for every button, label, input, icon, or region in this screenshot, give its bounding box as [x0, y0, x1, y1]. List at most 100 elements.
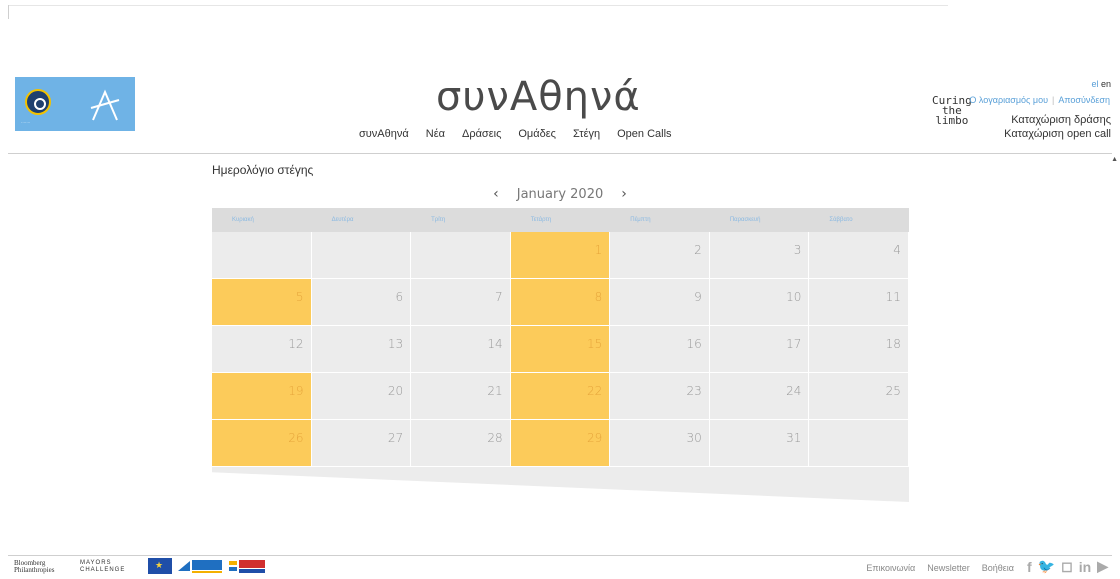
- mayors-challenge-logo[interactable]: MAYORS CHALLENGE: [80, 560, 125, 574]
- page-title: Ημερολόγιο στέγης: [212, 163, 314, 177]
- nav-synathina[interactable]: συνΑθηνά: [359, 128, 409, 140]
- calendar-week-row: 5 6 7 8 9 10 11: [212, 279, 909, 326]
- next-month-button[interactable]: ›: [621, 186, 627, 202]
- calendar-day-cell[interactable]: 10: [709, 279, 810, 326]
- calendar-day-cell[interactable]: 25: [809, 373, 909, 420]
- linkedin-icon[interactable]: in: [1079, 559, 1091, 575]
- calendar-day-cell[interactable]: 21: [411, 373, 511, 420]
- day-number: 5: [295, 290, 304, 304]
- site-logo[interactable]: ·······: [15, 77, 135, 131]
- calendar-body: 1 2 3 4 5 6 7 8 9 10 11 12 13 14 15 16 17 18 19 20 21 22 23 24 2…: [212, 232, 909, 467]
- calendar-day-cell[interactable]: 22: [510, 373, 611, 420]
- calendar-day-cell[interactable]: 1: [510, 232, 611, 279]
- weekday-monday: Δευτέρα: [331, 217, 354, 223]
- calendar-day-cell[interactable]: 27: [311, 420, 412, 467]
- lang-el[interactable]: el: [1091, 79, 1098, 89]
- synathina-a-icon: [90, 89, 120, 121]
- calendar-day-cell[interactable]: 29: [510, 420, 611, 467]
- user-links: Ο λογαριασμός μου | Αποσύνδεση: [969, 95, 1110, 105]
- month-label: January 2020: [516, 186, 604, 202]
- calendar-day-cell[interactable]: 17: [709, 326, 810, 373]
- calendar-day-cell[interactable]: 7: [411, 279, 511, 326]
- day-number: 18: [885, 337, 901, 351]
- newsletter-link[interactable]: Newsletter: [927, 563, 970, 573]
- separator: |: [1052, 95, 1055, 105]
- help-link[interactable]: Βοήθεια: [982, 563, 1014, 573]
- footer-links: Επικοινωνία Newsletter Βοήθεια: [866, 563, 1014, 573]
- social-icons: f 🐦 ◻ in ▶: [1027, 558, 1108, 575]
- calendar-day-cell[interactable]: 3: [709, 232, 810, 279]
- calendar-day-cell[interactable]: 14: [411, 326, 511, 373]
- mayors-line-2: CHALLENGE: [80, 567, 126, 573]
- facebook-icon[interactable]: f: [1027, 559, 1032, 575]
- day-number: 20: [387, 384, 404, 398]
- calendar-day-cell[interactable]: 15: [510, 326, 611, 373]
- header-divider: [8, 153, 1112, 154]
- instagram-icon[interactable]: ◻: [1061, 558, 1073, 575]
- espa-logo: [229, 560, 265, 573]
- day-number: 3: [793, 243, 802, 257]
- day-number: 15: [586, 337, 603, 351]
- weekday-header: Κυριακή Δευτέρα Τρίτη Τετάρτη Πέμπτη Παρ…: [212, 208, 909, 232]
- calendar-week-row: 19 20 21 22 23 24 25: [212, 373, 909, 420]
- prev-month-button[interactable]: ‹: [493, 186, 499, 202]
- day-number: 16: [686, 337, 702, 351]
- calendar-day-cell[interactable]: 6: [311, 279, 412, 326]
- calendar-day-cell[interactable]: 12: [212, 326, 312, 373]
- calendar-day-cell[interactable]: 18: [809, 326, 909, 373]
- day-number: 30: [686, 431, 702, 445]
- nav-teams[interactable]: Ομάδες: [518, 128, 556, 140]
- day-number: 21: [487, 384, 503, 398]
- nav-activities[interactable]: Δράσεις: [462, 128, 501, 140]
- logo-caption-left: ·······: [21, 120, 31, 125]
- nav-news[interactable]: Νέα: [426, 128, 445, 140]
- bloomberg-logo[interactable]: Bloomberg Philanthropies: [14, 560, 54, 574]
- calendar-day-cell[interactable]: 4: [809, 232, 909, 279]
- calendar-day-cell[interactable]: 26: [212, 420, 312, 467]
- weekday-sunday: Κυριακή: [232, 217, 254, 223]
- youtube-icon[interactable]: ▶: [1097, 558, 1108, 575]
- curing-the-limbo-logo[interactable]: Curing the limbo: [932, 95, 972, 126]
- logout-link[interactable]: Αποσύνδεση: [1058, 95, 1110, 105]
- calendar-day-cell[interactable]: 28: [411, 420, 511, 467]
- day-number: 19: [288, 384, 304, 398]
- nav-open-calls[interactable]: Open Calls: [617, 128, 671, 140]
- top-border: [8, 5, 948, 6]
- eu-flag-icon: [148, 558, 172, 574]
- contact-link[interactable]: Επικοινωνία: [866, 563, 915, 573]
- pep-logo: [178, 560, 222, 573]
- calendar-day-cell[interactable]: 30: [610, 420, 710, 467]
- day-number: 10: [786, 290, 802, 304]
- day-number: 9: [694, 290, 702, 304]
- weekday-thursday: Πέμπτη: [630, 217, 651, 223]
- day-number: 4: [893, 243, 901, 257]
- day-number: 27: [387, 431, 404, 445]
- day-number: 2: [694, 243, 702, 257]
- scroll-up-icon[interactable]: ▲: [1111, 156, 1118, 163]
- calendar-day-cell[interactable]: 2: [610, 232, 710, 279]
- day-number: 24: [786, 384, 802, 398]
- lang-en[interactable]: en: [1101, 79, 1111, 89]
- day-number: 25: [885, 384, 901, 398]
- calendar-day-cell[interactable]: 5: [212, 279, 312, 326]
- calendar-empty-cell: [311, 232, 412, 279]
- submit-action-link[interactable]: Καταχώριση δράσης: [1011, 114, 1111, 126]
- twitter-icon[interactable]: 🐦: [1038, 558, 1055, 575]
- calendar-day-cell[interactable]: 8: [510, 279, 611, 326]
- my-account-link[interactable]: Ο λογαριασμός μου: [969, 95, 1048, 105]
- calendar-day-cell[interactable]: 20: [311, 373, 412, 420]
- submit-open-call-link[interactable]: Καταχώριση open call: [1004, 128, 1111, 140]
- site-title[interactable]: συνΑθηνά: [436, 74, 641, 120]
- calendar-day-cell[interactable]: 19: [212, 373, 312, 420]
- calendar-day-cell[interactable]: 24: [709, 373, 810, 420]
- calendar-day-cell[interactable]: 13: [311, 326, 412, 373]
- calendar-footer-shadow: [212, 467, 909, 502]
- nav-stegi[interactable]: Στέγη: [573, 128, 600, 140]
- calendar-day-cell[interactable]: 31: [709, 420, 810, 467]
- calendar-day-cell[interactable]: 11: [809, 279, 909, 326]
- weekday-saturday: Σάββατο: [829, 217, 853, 223]
- calendar-day-cell[interactable]: 16: [610, 326, 710, 373]
- calendar-day-cell[interactable]: 23: [610, 373, 710, 420]
- day-number: 14: [487, 337, 503, 351]
- calendar-day-cell[interactable]: 9: [610, 279, 710, 326]
